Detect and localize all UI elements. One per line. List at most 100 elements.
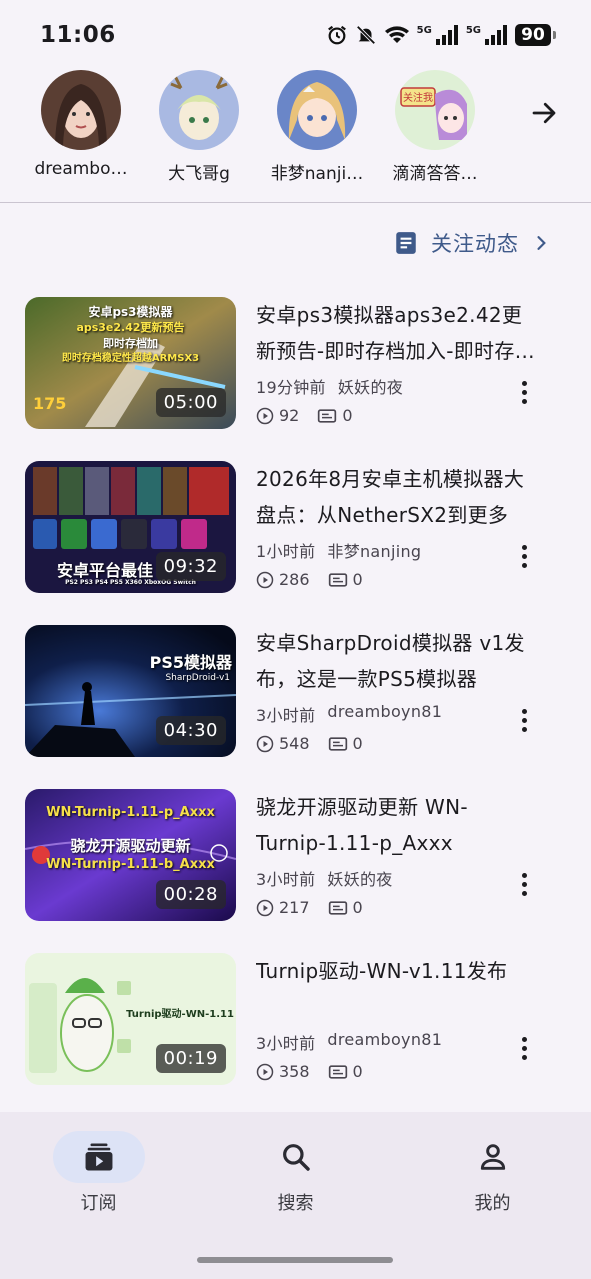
comment-count: 0 [352,898,363,917]
video-thumbnail[interactable]: WN-Turnip-1.11-p_Axxx 骁龙开源驱动更新 WN-Turnip… [25,789,236,921]
video-title[interactable]: Turnip驱动-WN-v1.11发布 [256,953,536,989]
more-options-button[interactable] [512,867,536,901]
following-user[interactable]: 非梦nanji… [258,68,376,202]
video-title[interactable]: 安卓ps3模拟器aps3e2.42更新预告-即时存档加入-即时存档稳定性超越AR… [256,297,536,369]
battery-indicator: 90 [515,24,556,46]
nav-search[interactable]: 搜索 [197,1112,394,1279]
play-count-icon [256,1063,274,1080]
thumbnail-text: aps3e2.42更新预告 [76,321,185,334]
thumbnail-text: Turnip驱动-WN-1.11 [126,1009,234,1020]
avatar [41,70,121,150]
comment-icon [318,408,337,423]
video-author[interactable]: 妖妖的夜 [327,866,392,890]
video-list: 安卓ps3模拟器 aps3e2.42更新预告 即时存档加 即时存档稳定性超越AR… [25,297,591,1117]
home-indicator[interactable] [197,1257,393,1263]
video-author[interactable]: dreamboyn81 [327,1030,442,1054]
bottom-navigation: 订阅 搜索 我的 [0,1112,591,1279]
comment-count: 0 [342,406,353,425]
more-options-button[interactable] [512,1031,536,1065]
video-title[interactable]: 2026年8月安卓主机模拟器大盘点：从NetherSX2到更多 [256,461,536,533]
nav-label: 订阅 [80,1193,117,1214]
view-count: 548 [279,734,310,753]
video-duration: 05:00 [155,388,226,417]
video-stats: 548 0 [256,734,375,753]
following-user-name: dreambo… [34,159,128,179]
nav-profile[interactable]: 我的 [394,1112,591,1279]
profile-icon [480,1144,505,1170]
comment-icon [328,572,347,587]
more-options-button[interactable] [512,539,536,573]
video-stats: 92 0 [256,406,365,425]
nav-subscriptions[interactable]: 订阅 [0,1112,197,1279]
network-type-1: 5G [416,25,432,36]
following-users-row: dreambo… 大飞哥g 非梦nanji… 关注我 滴滴答答… [0,68,591,202]
comment-icon [328,1064,347,1079]
thumbnail-text: 即时存档稳定性超越ARMSX3 [61,353,200,364]
following-user[interactable]: dreambo… [22,68,140,202]
avatar: 关注我 [395,70,475,150]
svg-text:关注我: 关注我 [403,91,433,104]
following-user-name: 滴滴答答… [392,164,478,184]
video-time-ago: 3小时前 [256,1034,316,1053]
video-time-ago: 3小时前 [256,706,316,725]
feed-list-icon [396,232,416,254]
video-author[interactable]: 妖妖的夜 [338,374,403,398]
network-type-2: 5G [465,25,481,36]
video-time-ago: 19分钟前 [256,378,326,397]
video-stats: 217 0 [256,898,375,917]
search-icon [282,1144,310,1171]
comment-count: 0 [352,1062,363,1081]
view-count: 286 [279,570,310,589]
video-item[interactable]: PS5模拟器 SharpDroid-v1 04:30 安卓SharpDroid模… [25,625,591,789]
video-meta: 1小时前 非梦nanjing [256,538,421,562]
thumbnail-text: 安卓ps3模拟器 [88,305,173,319]
video-time-ago: 1小时前 [256,542,316,561]
video-meta: 19分钟前 妖妖的夜 [256,374,403,398]
nav-icon-container [447,1131,539,1183]
video-meta: 3小时前 妖妖的夜 [256,866,393,890]
video-title[interactable]: 安卓SharpDroid模拟器 v1发布，这是一款PS5模拟器 [256,625,536,697]
play-count-icon [256,407,274,424]
more-options-button[interactable] [512,375,536,409]
thumbnail-text: 骁龙开源驱动更新 [70,837,191,855]
video-time-ago: 3小时前 [256,870,316,889]
nav-icon-container [52,1131,145,1183]
following-user[interactable]: 大飞哥g [140,68,258,202]
more-following-button[interactable] [527,96,561,130]
video-item[interactable]: WN-Turnip-1.11-p_Axxx 骁龙开源驱动更新 WN-Turnip… [25,789,591,953]
video-thumbnail[interactable]: PS5模拟器 SharpDroid-v1 04:30 [25,625,236,757]
view-count: 358 [279,1062,310,1081]
avatar [277,70,357,150]
following-feed-link[interactable]: 关注动态 [393,226,551,260]
thumbnail-text: PS5模拟器 [149,653,232,672]
signal-icon [435,25,458,45]
arrow-right-icon [532,102,556,124]
following-user-name: 非梦nanji… [270,164,364,184]
avatar [159,70,239,150]
video-thumbnail[interactable]: 安卓ps3模拟器 aps3e2.42更新预告 即时存档加 即时存档稳定性超越AR… [25,297,236,429]
video-meta: 3小时前 dreamboyn81 [256,1030,442,1054]
alarm-icon [327,25,346,45]
video-author[interactable]: dreamboyn81 [327,702,442,726]
video-stats: 286 0 [256,570,375,589]
video-item[interactable]: Turnip驱动-WN-1.11 00:19 Turnip驱动-WN-v1.11… [25,953,591,1117]
video-author[interactable]: 非梦nanjing [327,538,421,562]
signal-icon [485,25,507,45]
thumbnail-text: WN-Turnip-1.11-p_Axxx [46,805,215,820]
video-item[interactable]: 安卓ps3模拟器 aps3e2.42更新预告 即时存档加 即时存档稳定性超越AR… [25,297,591,461]
following-user-name: 大飞哥g [168,164,230,184]
video-duration: 00:19 [155,1044,226,1073]
following-user[interactable]: 关注我 滴滴答答… [376,68,494,202]
comment-icon [328,736,347,751]
divider [0,202,591,203]
video-thumbnail[interactable]: Turnip驱动-WN-1.11 00:19 [25,953,236,1085]
video-duration: 04:30 [155,716,226,745]
thumbnail-text: WN-Turnip-1.11-b_Axxx [46,857,215,872]
comment-count: 0 [352,734,363,753]
video-thumbnail[interactable]: 安卓平台最佳 PS2 PS3 PS4 PS5 X360 XboxOG Switc… [25,461,236,593]
video-title[interactable]: 骁龙开源驱动更新 WN-Turnip-1.11-p_Axxx [256,789,536,861]
video-duration: 00:28 [155,880,226,909]
chevron-right-icon [537,236,546,250]
video-item[interactable]: 安卓平台最佳 PS2 PS3 PS4 PS5 X360 XboxOG Switc… [25,461,591,625]
more-options-button[interactable] [512,703,536,737]
